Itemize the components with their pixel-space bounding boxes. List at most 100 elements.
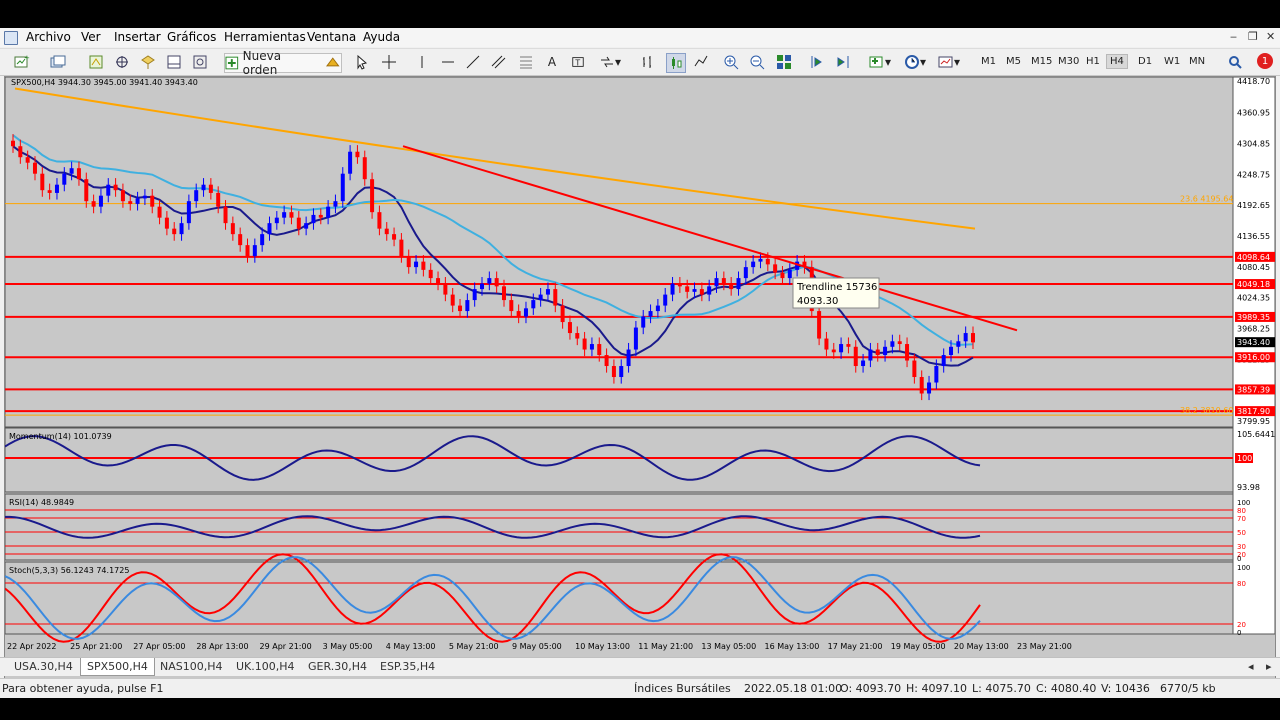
text-label-icon[interactable]: T	[571, 53, 585, 71]
fibonacci-icon[interactable]	[518, 53, 534, 71]
new-order-button[interactable]: Nueva orden	[224, 49, 342, 77]
timeframe-mn[interactable]: MN	[1189, 56, 1205, 67]
price-tick-label: 3968.25	[1237, 325, 1270, 334]
tab-uk100[interactable]: UK.100,H4	[236, 660, 295, 673]
rsi-scale: 50	[1237, 529, 1246, 537]
price-tick-label: 4248.75	[1237, 170, 1270, 179]
chart-window[interactable]: Trendline 15736 4093.30 4418.70 4360.95 430…	[4, 76, 1276, 684]
date-tick-label: 16 May 13:00	[765, 642, 820, 651]
candle-body	[494, 278, 499, 287]
candle-body	[106, 184, 111, 196]
periods-icon[interactable]: ▾	[901, 53, 929, 71]
candle-body	[370, 179, 375, 213]
candle-body	[223, 206, 228, 224]
timeframe-h1[interactable]: H1	[1086, 56, 1100, 67]
restore-icon[interactable]: ❐	[1248, 30, 1258, 43]
crosshair-icon[interactable]	[381, 53, 397, 71]
market-watch-icon[interactable]	[87, 53, 105, 71]
terminal-icon[interactable]	[165, 53, 183, 71]
candle-body	[523, 308, 528, 317]
candle-body	[846, 344, 851, 347]
text-icon[interactable]: A	[545, 53, 559, 71]
candle-body	[267, 223, 272, 235]
menu-insertar[interactable]: Insertar	[114, 30, 161, 44]
candle-body	[54, 184, 59, 193]
navigator-icon[interactable]	[139, 53, 157, 71]
level-tag-label: 3916.00	[1237, 353, 1270, 362]
horizontal-line-icon[interactable]	[440, 53, 456, 71]
fib-label: 23.6 4195.64	[1180, 195, 1233, 204]
candle-body	[472, 289, 477, 301]
vertical-line-icon[interactable]	[414, 53, 430, 71]
new-chart-icon[interactable]: +	[8, 53, 36, 71]
status-volume: V: 10436	[1101, 682, 1150, 695]
minimize-icon[interactable]: ‒	[1230, 30, 1237, 43]
mt4-window: Archivo Ver Insertar Gráficos Herramient…	[0, 28, 1280, 698]
candle-body	[179, 223, 184, 235]
status-market: Índices Bursátiles	[634, 682, 731, 695]
timeframe-m15[interactable]: M15	[1031, 56, 1052, 67]
zoom-out-icon[interactable]	[749, 53, 765, 71]
timeframe-w1[interactable]: W1	[1164, 56, 1180, 67]
tab-scroll-right-icon[interactable]: ▸	[1266, 660, 1272, 673]
status-datetime: 2022.05.18 01:00	[744, 682, 843, 695]
candle-body	[685, 286, 690, 292]
autoscroll-icon[interactable]	[835, 53, 851, 71]
zoom-in-icon[interactable]	[723, 53, 739, 71]
cursor-icon[interactable]	[354, 53, 370, 71]
candlestick-icon[interactable]	[666, 53, 686, 73]
timeframe-m1[interactable]: M1	[981, 56, 996, 67]
tab-usa30[interactable]: USA.30,H4	[14, 660, 73, 673]
indicators-icon[interactable]: ▾	[866, 53, 894, 71]
candle-body	[501, 286, 506, 301]
chart-shift-icon[interactable]	[809, 53, 825, 71]
candle-body	[927, 382, 932, 394]
candle-body	[450, 294, 455, 306]
timeframe-m30[interactable]: M30	[1058, 56, 1079, 67]
templates-icon[interactable]: ▾	[935, 53, 963, 71]
candle-body	[318, 214, 323, 218]
tab-esp35[interactable]: ESP.35,H4	[380, 660, 435, 673]
chart-canvas[interactable]: Trendline 15736 4093.30 4418.70 4360.95 430…	[5, 77, 1275, 659]
price-tick-label: 4024.35	[1237, 294, 1270, 303]
trendline-icon[interactable]	[465, 53, 481, 71]
timeframe-h4[interactable]: H4	[1106, 54, 1128, 69]
candle-body	[201, 184, 206, 191]
tester-icon[interactable]	[191, 53, 209, 71]
candle-body	[91, 201, 96, 207]
line-chart-icon[interactable]	[693, 53, 709, 71]
notification-badge[interactable]: 1	[1257, 53, 1273, 69]
status-traffic: 6770/5 kb	[1160, 682, 1216, 695]
candle-body	[897, 341, 902, 345]
tab-ger30[interactable]: GER.30,H4	[308, 660, 367, 673]
candle-body	[194, 190, 199, 202]
menu-ayuda[interactable]: Ayuda	[363, 30, 400, 44]
date-tick-label: 29 Apr 21:00	[260, 642, 312, 651]
candle-body	[963, 333, 968, 342]
candle-body	[971, 333, 975, 343]
timeframe-m5[interactable]: M5	[1006, 56, 1021, 67]
menu-herramientas[interactable]: Herramientas	[224, 30, 306, 44]
new-order-label: Nueva orden	[242, 49, 282, 77]
candle-body	[377, 212, 382, 229]
menu-graficos[interactable]: Gráficos	[167, 30, 216, 44]
menu-ver[interactable]: Ver	[81, 30, 101, 44]
candle-body	[172, 228, 177, 235]
app-icon[interactable]	[4, 31, 18, 45]
tile-windows-icon[interactable]	[776, 53, 792, 71]
bar-chart-icon[interactable]	[640, 53, 656, 71]
tab-nas100[interactable]: NAS100,H4	[160, 660, 223, 673]
arrows-icon[interactable]: ▾	[596, 53, 624, 71]
search-icon[interactable]	[1227, 53, 1243, 71]
menu-archivo[interactable]: Archivo	[26, 30, 71, 44]
timeframe-d1[interactable]: D1	[1138, 56, 1152, 67]
tab-scroll-left-icon[interactable]: ◂	[1248, 660, 1254, 673]
close-icon[interactable]: ✕	[1266, 30, 1275, 43]
profiles-icon[interactable]	[44, 53, 72, 71]
data-window-icon[interactable]	[113, 53, 131, 71]
trendline-tooltip-value: 4093.30	[797, 296, 838, 307]
menu-ventana[interactable]: Ventana	[307, 30, 356, 44]
tab-spx500[interactable]: SPX500,H4	[80, 658, 155, 676]
channel-icon[interactable]	[490, 53, 506, 71]
stoch-label: Stoch(5,3,3) 56.1243 74.1725	[9, 566, 129, 575]
